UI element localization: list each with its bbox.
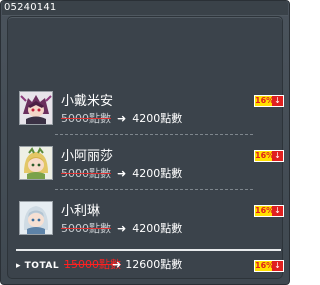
total-label-text: TOTAL	[24, 261, 60, 271]
down-arrow-icon: ↓	[272, 261, 283, 271]
arrow-right-icon: ➜	[117, 112, 127, 125]
down-arrow-icon: ↓	[272, 206, 283, 216]
sale-price: 4200點數	[132, 112, 183, 125]
discount-percent: 16%	[255, 96, 275, 105]
list-item-lilin[interactable]: 小利琳 5000點數 ➜ 4200點數 16% ↓	[14, 201, 284, 241]
total-discount-badge: 16% ↓	[254, 260, 284, 272]
total-label: ▸ TOTAL	[16, 261, 60, 271]
item-price: 5000點數 ➜ 4200點數	[61, 167, 182, 181]
discount-badge: 16% ↓	[254, 95, 284, 107]
item-name: 小戴米安	[61, 94, 114, 109]
divider	[55, 134, 253, 135]
item-price: 5000點數 ➜ 4200點數	[61, 112, 182, 126]
list-item-alicia[interactable]: 小阿丽莎 5000點數 ➜ 4200點數 16% ↓	[14, 146, 284, 186]
total-sale-price: ➜ 12600點數	[112, 258, 182, 272]
discount-badge: 16% ↓	[254, 150, 284, 162]
discount-percent: 16%	[255, 206, 275, 215]
total-row: ▸ TOTAL 15000點數 ➜ 12600點數 16% ↓	[14, 258, 284, 274]
arrow-right-icon: ➜	[117, 167, 127, 180]
arrow-right-icon: ➜	[117, 222, 127, 235]
blonde-girl-portrait-icon	[19, 146, 53, 180]
total-divider	[16, 249, 281, 251]
divider	[55, 189, 253, 190]
discount-badge: 16% ↓	[254, 205, 284, 217]
arrow-right-icon: ➜	[112, 258, 122, 271]
item-price: 5000點數 ➜ 4200點數	[61, 222, 182, 236]
demon-character-portrait-icon	[19, 91, 53, 125]
down-arrow-icon: ↓	[272, 151, 283, 161]
original-price: 5000點數	[61, 112, 111, 125]
sale-price: 4200點數	[132, 167, 183, 180]
item-code: 05240141	[4, 2, 57, 13]
original-price: 5000點數	[61, 167, 111, 180]
total-sale-price-text: 12600點數	[125, 258, 183, 271]
package-panel: 05240141 小戴米安 5000點數 ➜ 4200點數 16% ↓ 小阿丽莎…	[0, 0, 290, 285]
item-name: 小利琳	[61, 204, 101, 219]
original-price: 5000點數	[61, 222, 111, 235]
discount-percent: 16%	[255, 151, 275, 160]
item-name: 小阿丽莎	[61, 149, 114, 164]
silver-hair-girl-portrait-icon	[19, 201, 53, 235]
list-item-damien[interactable]: 小戴米安 5000點數 ➜ 4200點數 16% ↓	[14, 91, 284, 131]
discount-percent: 16%	[255, 261, 275, 270]
item-list: 小戴米安 5000點數 ➜ 4200點數 16% ↓ 小阿丽莎 5000點數 ➜…	[7, 16, 284, 279]
down-arrow-icon: ↓	[272, 96, 283, 106]
sale-price: 4200點數	[132, 222, 183, 235]
